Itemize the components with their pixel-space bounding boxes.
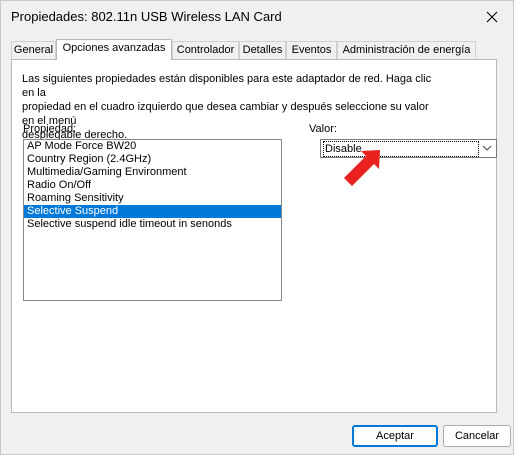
value-label: Valor: <box>309 123 337 135</box>
close-button[interactable] <box>477 3 507 31</box>
advanced-options-panel: Las siguientes propiedades están disponi… <box>11 59 497 413</box>
tab-advanced-options[interactable]: Opciones avanzadas <box>56 39 172 60</box>
property-label: Propiedad: <box>23 123 77 135</box>
close-icon <box>486 11 498 23</box>
list-item[interactable]: Radio On/Off <box>24 179 281 192</box>
window-title: Propiedades: 802.11n USB Wireless LAN Ca… <box>11 9 282 24</box>
cancel-button[interactable]: Cancelar <box>443 425 511 447</box>
title-bar[interactable]: Propiedades: 802.11n USB Wireless LAN Ca… <box>1 1 513 33</box>
property-listbox[interactable]: AP Mode Force BW20 Country Region (2.4GH… <box>23 139 282 301</box>
description-line: Las siguientes propiedades están disponi… <box>22 73 432 99</box>
list-item[interactable]: Multimedia/Gaming Environment <box>24 166 281 179</box>
tab-events[interactable]: Eventos <box>286 41 337 59</box>
accept-button[interactable]: Aceptar <box>352 425 438 447</box>
red-arrow-icon <box>344 150 380 186</box>
properties-dialog: Propiedades: 802.11n USB Wireless LAN Ca… <box>0 0 514 455</box>
tab-details[interactable]: Detalles <box>239 41 286 59</box>
description-line: propiedad en el cuadro izquierdo que des… <box>22 101 429 127</box>
description-text: Las siguientes propiedades están disponi… <box>22 72 442 142</box>
list-item[interactable]: Selective suspend idle timeout in senond… <box>24 218 281 231</box>
chevron-down-icon <box>482 145 492 151</box>
list-item[interactable]: Country Region (2.4GHz) <box>24 153 281 166</box>
tab-general[interactable]: General <box>11 41 56 59</box>
tab-driver[interactable]: Controlador <box>172 41 239 59</box>
list-item[interactable]: AP Mode Force BW20 <box>24 140 281 153</box>
list-item-selected[interactable]: Selective Suspend <box>24 205 281 218</box>
list-item[interactable]: Roaming Sensitivity <box>24 192 281 205</box>
tab-power-management[interactable]: Administración de energía <box>337 41 476 59</box>
